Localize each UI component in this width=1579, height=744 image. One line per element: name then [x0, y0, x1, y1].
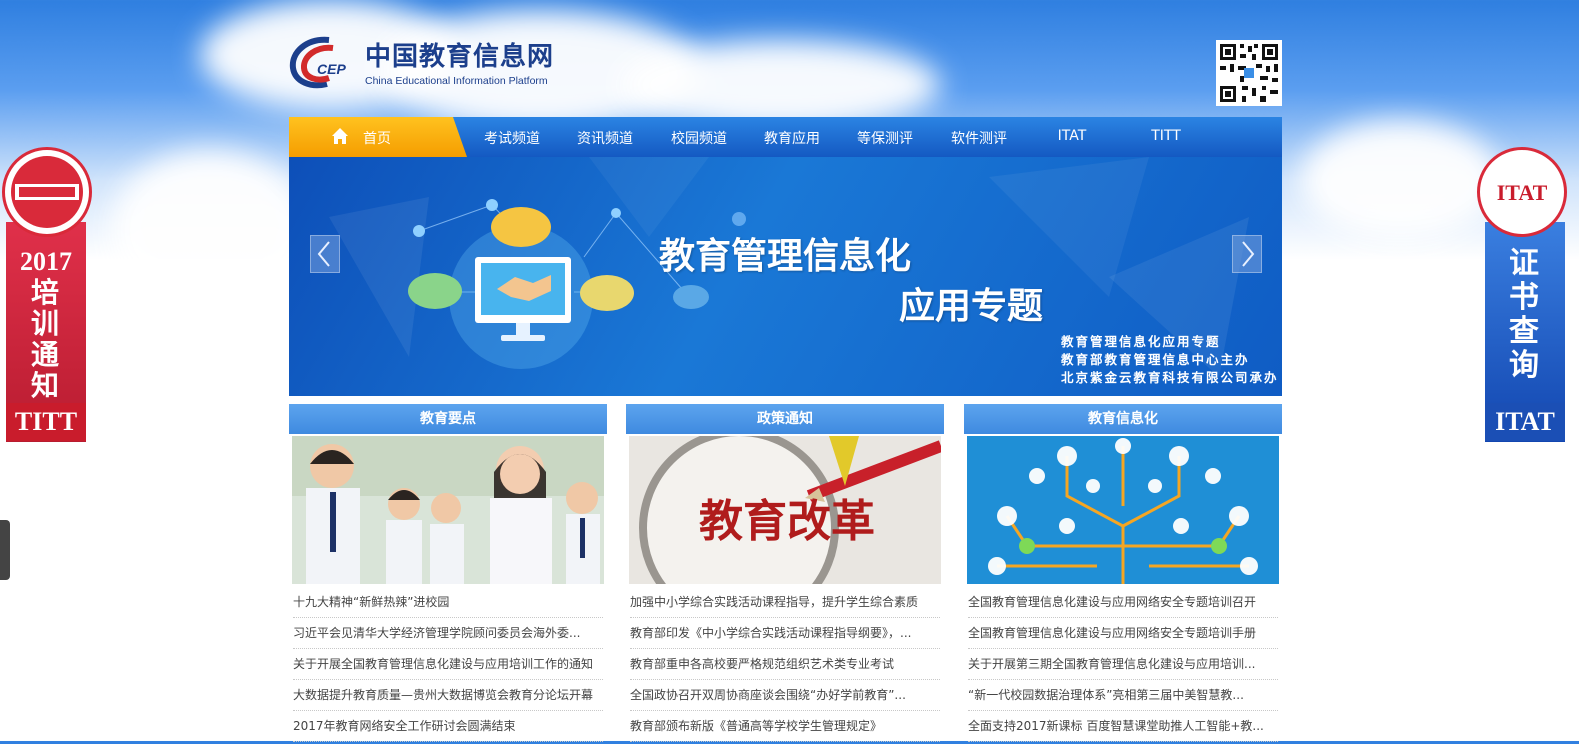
banner-title-line1: 教育管理信息化: [659, 236, 912, 277]
column-title[interactable]: 教育信息化: [964, 404, 1282, 434]
list-item[interactable]: 教育部印发《中小学综合实践活动课程指导纲要》，...: [630, 618, 940, 649]
list-item[interactable]: 关于开展第三期全国教育管理信息化建设与应用培训...: [968, 649, 1278, 680]
list-item[interactable]: 2017年教育网络安全工作研讨会圆满结束: [293, 711, 603, 742]
main-nav: 首页 考试频道 资讯频道 校园频道 教育应用 等保测评 软件测评 ITAT TI…: [289, 117, 1282, 157]
students-illustration: [292, 436, 604, 584]
image-text: 教育改革: [699, 496, 875, 547]
side-scroll-handle[interactable]: [0, 520, 10, 580]
column-title[interactable]: 教育要点: [289, 404, 607, 434]
side-right-text: 证书查询: [1509, 246, 1539, 383]
nav-item-campus[interactable]: 校园频道: [671, 128, 727, 148]
site-logo[interactable]: CEP 中国教育信息网 China Educational Informatio…: [289, 30, 559, 95]
nav-item-education-apps[interactable]: 教育应用: [764, 128, 820, 148]
list-item[interactable]: 全国政协召开双周协商座谈会围绕“办好学前教育”...: [630, 680, 940, 711]
magnifier-illustration: 教育改革: [629, 436, 941, 584]
nav-item-itat[interactable]: ITAT: [1058, 128, 1087, 144]
nav-item-software-testing[interactable]: 软件测评: [951, 128, 1007, 148]
nav-item-security-assessment[interactable]: 等保测评: [857, 128, 913, 148]
banner-subtitle-3: 北京紫金云教育科技有限公司承办: [1061, 370, 1279, 385]
side-left-year: 2017: [20, 247, 72, 276]
side-banner-left[interactable]: 2017 培训通知 TITT: [2, 147, 92, 442]
list-item[interactable]: 十九大精神“新鲜热辣”进校园: [293, 587, 603, 618]
banner-next-button[interactable]: [1232, 235, 1262, 273]
education-reform-photo[interactable]: 教育改革: [629, 436, 941, 584]
list-item[interactable]: 大数据提升教育质量—贵州大数据博览会教育分论坛开幕: [293, 680, 603, 711]
column-policy-notices: 政策通知 教育改革 加强中小学综合实践活动课程指导，提升学生综合素质 教育部印发…: [626, 404, 944, 744]
nav-home-label: 首页: [363, 131, 391, 147]
list-item[interactable]: 习近平会见清华大学经济管理学院顾问委员会海外委...: [293, 618, 603, 649]
banner-title-line2: 应用专题: [899, 286, 1044, 327]
background-cloud: [110, 150, 310, 310]
logo-mark-text: CEP: [317, 61, 346, 77]
chevron-right-icon: [1242, 241, 1255, 267]
background-cloud: [1300, 120, 1500, 240]
list-item[interactable]: 教育部重申各高校要严格规范组织艺术类专业考试: [630, 649, 940, 680]
list-item[interactable]: 全面支持2017新课标 百度智慧课堂助推人工智能+教...: [968, 711, 1278, 742]
column-education-informatization: 教育信息化 全国教育管理信息化建设与应用网络安全专题培训召开 全国教育管理信息化…: [964, 404, 1282, 744]
side-banner-right[interactable]: ITAT 证书查询 ITAT: [1477, 147, 1567, 442]
list-item[interactable]: 全国教育管理信息化建设与应用网络安全专题培训召开: [968, 587, 1278, 618]
titt-emblem-icon: [11, 156, 83, 228]
network-icons-image[interactable]: [967, 436, 1279, 584]
itat-logo-text: ITAT: [1496, 180, 1548, 205]
titt-logo-icon: [2, 147, 92, 237]
list-item[interactable]: 加强中小学综合实践活动课程指导，提升学生综合素质: [630, 587, 940, 618]
column-education-highlights: 教育要点 十九大精神“新鲜热辣”进校园 习近平会见清华大学经济管理学院顾问委员会…: [289, 404, 607, 744]
qr-code-icon: [1216, 40, 1282, 106]
column-title[interactable]: 政策通知: [626, 404, 944, 434]
hero-banner[interactable]: 教育管理信息化 应用专题 教育管理信息化应用专题 教育部教育管理信息中心主办 北…: [289, 157, 1282, 396]
banner-subtitle-2: 教育部教育管理信息中心主办: [1061, 352, 1250, 367]
news-list: 加强中小学综合实践活动课程指导，提升学生综合素质 教育部印发《中小学综合实践活动…: [630, 587, 940, 742]
students-photo[interactable]: [292, 436, 604, 584]
side-left-text: 培训通知: [30, 276, 59, 402]
site-subtitle: China Educational Information Platform: [365, 75, 548, 87]
nav-home[interactable]: 首页: [289, 117, 467, 157]
list-item[interactable]: “新一代校园数据治理体系”亮相第三届中美智慧教...: [968, 680, 1278, 711]
side-right-badge: ITAT: [1485, 403, 1565, 441]
banner-subtitle-1: 教育管理信息化应用专题: [1061, 334, 1221, 349]
news-list: 十九大精神“新鲜热辣”进校园 习近平会见清华大学经济管理学院顾问委员会海外委..…: [293, 587, 603, 742]
nav-item-exam[interactable]: 考试频道: [484, 128, 540, 148]
list-item[interactable]: 关于开展全国教育管理信息化建设与应用培训工作的通知: [293, 649, 603, 680]
nav-item-news[interactable]: 资讯频道: [577, 128, 633, 148]
home-icon: [332, 128, 348, 144]
itat-logo: ITAT: [1477, 147, 1567, 237]
list-item[interactable]: 教育部颁布新版《普通高等学校学生管理规定》: [630, 711, 940, 742]
list-item[interactable]: 全国教育管理信息化建设与应用网络安全专题培训手册: [968, 618, 1278, 649]
cep-logo-icon: CEP: [289, 36, 346, 89]
chevron-left-icon: [317, 241, 330, 267]
banner-prev-button[interactable]: [310, 235, 340, 273]
nav-item-titt[interactable]: TITT: [1151, 128, 1181, 144]
site-title: 中国教育信息网: [365, 42, 555, 72]
news-list: 全国教育管理信息化建设与应用网络安全专题培训召开 全国教育管理信息化建设与应用网…: [968, 587, 1278, 742]
side-left-badge: TITT: [6, 403, 86, 441]
network-icons-illustration: [967, 436, 1279, 584]
